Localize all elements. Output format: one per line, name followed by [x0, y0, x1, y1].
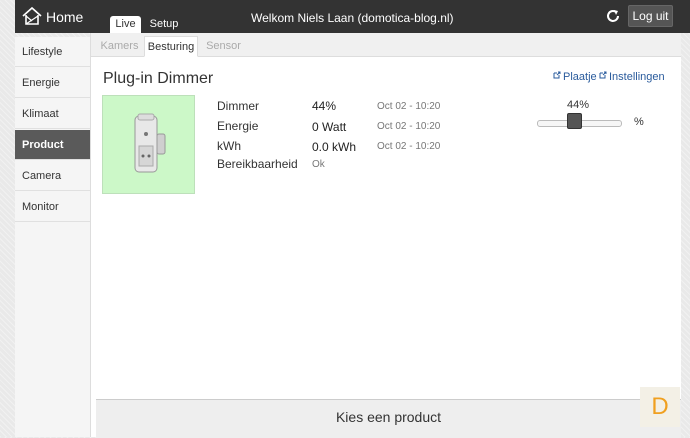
brand-logo: D — [640, 387, 680, 427]
tab-sensor[interactable]: Sensor — [201, 36, 246, 56]
sidebar-item-lifestyle[interactable]: Lifestyle — [15, 37, 90, 67]
row-time-dimmer: Oct 02 - 10:20 — [377, 101, 441, 112]
row-label-kwh: kWh — [217, 139, 241, 153]
row-value-kwh: 0.0 kWh — [312, 140, 357, 154]
row-label-dimmer: Dimmer — [217, 99, 259, 113]
home-label: Home — [46, 9, 84, 25]
row-value-bereikbaarheid: Ok — [312, 159, 325, 170]
image-link[interactable]: Plaatje — [553, 71, 597, 83]
slider-value: 44% — [567, 99, 590, 111]
tab-kamers[interactable]: Kamers — [96, 36, 143, 56]
sidebar-item-energie[interactable]: Energie — [15, 68, 90, 98]
dimmer-slider-handle[interactable] — [567, 113, 583, 129]
row-time-kwh: Oct 02 - 10:20 — [377, 141, 441, 152]
tab-besturing[interactable]: Besturing — [144, 36, 198, 57]
home-button[interactable]: Home — [15, 0, 90, 33]
image-link-label: Plaatje — [563, 71, 597, 83]
choose-product-bar[interactable]: Kies een product — [96, 399, 681, 438]
top-bar: Home Live Setup Welkom Niels Laan (domot… — [15, 0, 690, 33]
slider-unit: % — [634, 116, 644, 128]
sidebar-item-product[interactable]: Product — [15, 130, 90, 160]
tab-setup[interactable]: Setup — [146, 16, 182, 33]
product-image — [102, 95, 195, 194]
settings-link[interactable]: Instellingen — [599, 71, 665, 83]
row-label-bereikbaarheid: Bereikbaarheid — [217, 157, 298, 171]
sidebar: Lifestyle Energie Klimaat Product Camera… — [15, 37, 90, 437]
product-title: Plug-in Dimmer — [103, 70, 214, 87]
sidebar-item-camera[interactable]: Camera — [15, 161, 90, 191]
sub-tabs: Kamers Besturing Sensor — [91, 33, 681, 57]
main-panel: Kamers Besturing Sensor Plug-in Dimmer P… — [90, 33, 681, 438]
row-value-dimmer: 44% — [312, 99, 337, 113]
plug-in-dimmer-image — [134, 113, 166, 173]
logout-button[interactable]: Log uit — [628, 5, 673, 27]
refresh-icon[interactable] — [605, 8, 621, 24]
row-time-energie: Oct 02 - 10:20 — [377, 121, 441, 132]
settings-link-label: Instellingen — [609, 71, 665, 83]
row-value-energie: 0 Watt — [312, 120, 347, 134]
external-link-icon — [553, 71, 561, 79]
welcome-text: Welkom Niels Laan (domotica-blog.nl) — [251, 11, 454, 25]
sidebar-item-klimaat[interactable]: Klimaat — [15, 99, 90, 129]
row-label-energie: Energie — [217, 119, 259, 133]
external-link-icon — [599, 71, 607, 79]
sidebar-item-monitor[interactable]: Monitor — [15, 192, 90, 222]
home-icon — [22, 6, 42, 25]
tab-live[interactable]: Live — [110, 16, 141, 33]
